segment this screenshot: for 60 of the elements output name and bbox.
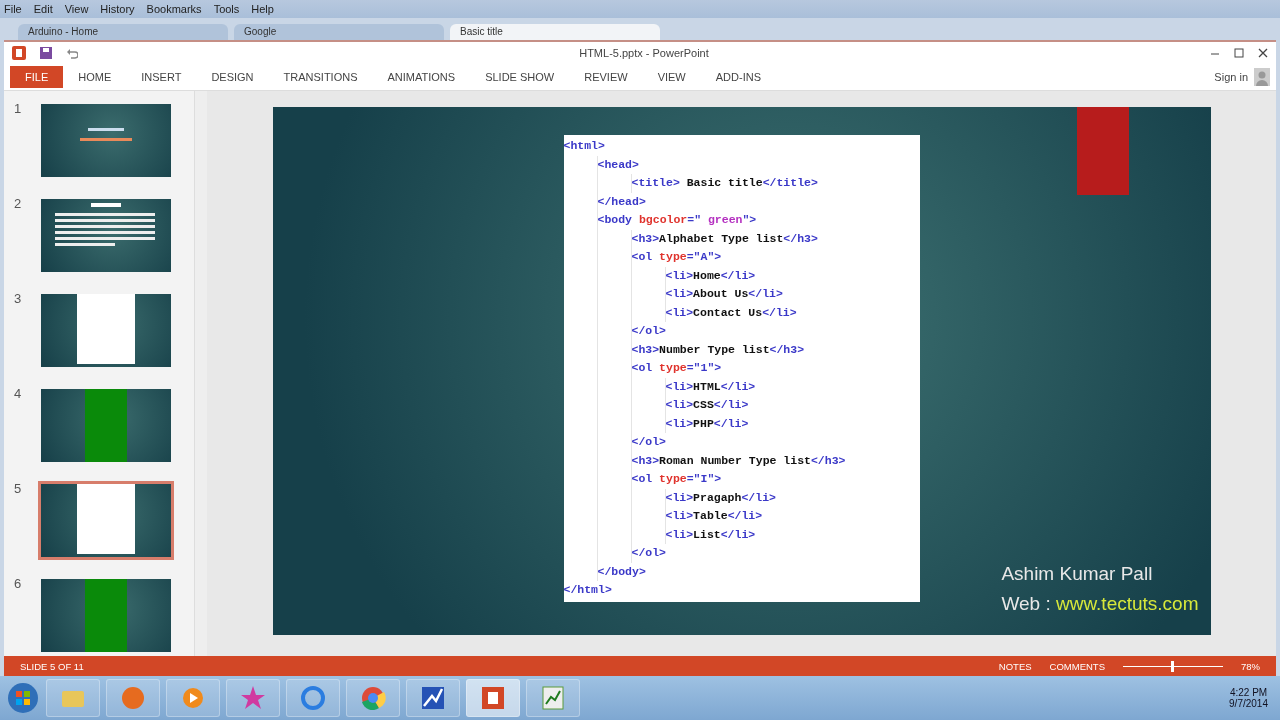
- ribbon-tab[interactable]: DESIGN: [196, 66, 269, 88]
- slide-number: 6: [14, 576, 23, 593]
- slide-number: 4: [14, 386, 23, 403]
- ribbon-tab[interactable]: INSERT: [126, 66, 197, 88]
- browser-tab[interactable]: Arduino - Home: [18, 24, 228, 40]
- ribbon-tab[interactable]: ADD-INS: [700, 66, 776, 88]
- code-line: <li>Pragaph</li>: [665, 489, 777, 506]
- code-line: </ol>: [631, 434, 667, 450]
- code-line: <li>CSS</li>: [665, 397, 750, 413]
- window-title: HTML-5.pptx - PowerPoint: [578, 47, 710, 59]
- menu-item[interactable]: Bookmarks: [146, 3, 202, 15]
- code-line: <li>Table</li>: [665, 508, 764, 524]
- code-line: </ol>: [631, 545, 667, 561]
- code-line: <ol type="I">: [631, 471, 723, 487]
- slide-number: 1: [14, 101, 23, 118]
- ribbon-tab[interactable]: HOME: [63, 66, 127, 88]
- menu-item[interactable]: Help: [251, 3, 274, 15]
- code-line: <li>Home</li>: [665, 267, 757, 284]
- author-name: Ashim Kumar Pall: [1001, 563, 1154, 585]
- code-line: <title> Basic title</title>: [631, 175, 819, 191]
- menu-item[interactable]: Edit: [33, 3, 53, 15]
- code-line: <li>Contact Us</li>: [665, 304, 798, 321]
- ribbon-tab[interactable]: FILE: [10, 66, 64, 88]
- slide-indicator: SLIDE 5 OF 11: [20, 660, 84, 672]
- code-line: <head>: [597, 156, 640, 173]
- code-line: <ol type="1">: [631, 360, 723, 376]
- ribbon-tab[interactable]: TRANSITIONS: [268, 66, 373, 88]
- sign-in-link[interactable]: Sign in: [1214, 71, 1248, 83]
- ribbon-tab[interactable]: SLIDE SHOW: [470, 66, 570, 88]
- menu-item[interactable]: View: [64, 3, 89, 15]
- slide-number: 5: [14, 481, 23, 498]
- menu-item[interactable]: History: [100, 3, 135, 15]
- code-line: <li>PHP</li>: [665, 415, 750, 432]
- code-line: <html>: [563, 138, 606, 154]
- code-line: <ol type="A">: [631, 249, 723, 265]
- website-text: Web : www.tectuts.com: [1001, 593, 1199, 615]
- ribbon-tab[interactable]: ANIMATIONS: [372, 66, 471, 88]
- code-line: <h3>Roman Number Type list</h3>: [631, 452, 847, 469]
- slide-number: 3: [14, 291, 23, 308]
- code-line: <li>About Us</li>: [665, 286, 784, 302]
- code-line: <li>List</li>: [665, 526, 757, 543]
- code-line: <li>HTML</li>: [665, 378, 757, 395]
- slide-number: 2: [14, 196, 23, 213]
- ribbon-tab[interactable]: VIEW: [642, 66, 701, 88]
- ribbon-tab[interactable]: REVIEW: [569, 66, 643, 88]
- browser-tab[interactable]: Google: [234, 24, 444, 40]
- code-line: </body>: [597, 563, 647, 580]
- code-line: <body bgcolor=" green">: [597, 212, 758, 228]
- menu-item[interactable]: Tools: [213, 3, 240, 15]
- notes-button[interactable]: NOTES: [998, 660, 1032, 672]
- comments-button[interactable]: COMMENTS: [1049, 660, 1105, 672]
- code-line: <h3>Alphabet Type list</h3>: [631, 230, 819, 247]
- zoom-level[interactable]: 78%: [1241, 660, 1260, 672]
- menu-item[interactable]: File: [4, 3, 22, 15]
- browser-tab[interactable]: Basic title: [450, 24, 660, 40]
- code-line: </html>: [563, 582, 613, 598]
- clock[interactable]: 4:22 PM 9/7/2014: [1223, 687, 1274, 709]
- code-line: </head>: [597, 193, 647, 210]
- code-line: </ol>: [631, 323, 667, 339]
- code-line: <h3>Number Type list</h3>: [631, 341, 806, 358]
